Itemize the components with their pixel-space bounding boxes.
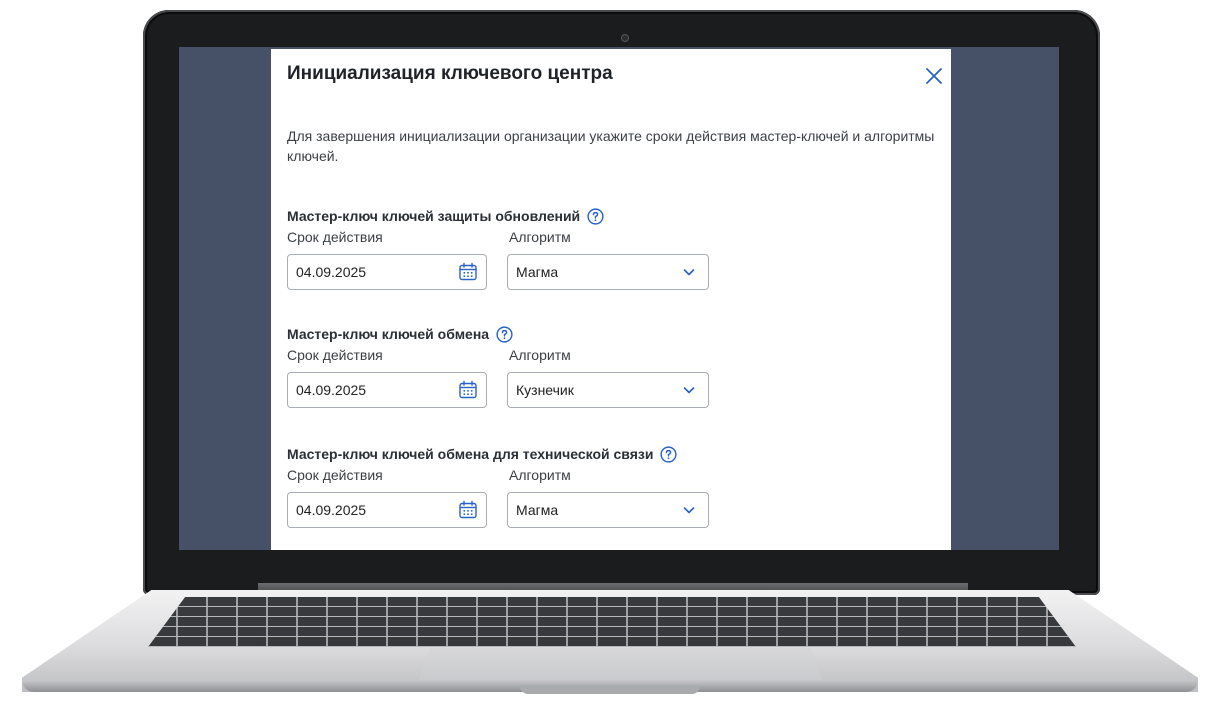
algorithm-select[interactable]: Магма [507, 254, 709, 290]
dialog-title: Инициализация ключевого центра [287, 63, 613, 84]
algorithm-value: Магма [516, 264, 559, 280]
algorithm-label: Алгоритм [509, 347, 571, 363]
chevron-down-icon [683, 269, 695, 276]
dialog-intro-text: Для завершения инициализации организации… [287, 128, 935, 164]
help-circle-icon[interactable] [660, 445, 678, 463]
section-tech-link-exchange-key: Мастер-ключ ключей обмена для техническо… [287, 444, 927, 528]
calendar-icon[interactable] [458, 380, 478, 400]
section-title-text: Мастер-ключ ключей обмена для техническо… [287, 446, 654, 462]
laptop-keyboard-rows [148, 597, 1076, 647]
date-value: 04.09.2025 [296, 382, 367, 398]
section-update-protection-key: Мастер-ключ ключей защиты обновлений Сро… [287, 206, 927, 290]
laptop-camera [621, 34, 629, 42]
section-title-text: Мастер-ключ ключей защиты обновлений [287, 208, 581, 224]
chevron-down-icon [683, 387, 695, 394]
calendar-icon[interactable] [458, 500, 478, 520]
date-value: 04.09.2025 [296, 502, 367, 518]
help-circle-icon[interactable] [496, 325, 513, 343]
date-value: 04.09.2025 [296, 264, 367, 280]
chevron-down-icon [683, 507, 695, 514]
algorithm-select[interactable]: Магма [507, 492, 709, 528]
date-label: Срок действия [287, 229, 383, 245]
date-input[interactable]: 04.09.2025 [287, 492, 487, 528]
help-circle-icon[interactable] [587, 207, 604, 225]
algorithm-value: Магма [516, 502, 559, 518]
date-input[interactable]: 04.09.2025 [287, 372, 487, 408]
laptop-notch [520, 686, 700, 694]
date-label: Срок действия [287, 347, 383, 363]
algorithm-label: Алгоритм [509, 229, 571, 245]
section-title: Мастер-ключ ключей защиты обновлений [287, 206, 927, 226]
close-button[interactable] [923, 65, 945, 87]
laptop-trackpad [418, 648, 823, 682]
calendar-icon[interactable] [458, 262, 478, 282]
section-title: Мастер-ключ ключей обмена для техническо… [287, 444, 927, 464]
algorithm-value: Кузнечик [516, 382, 574, 398]
section-title-text: Мастер-ключ ключей обмена [287, 326, 490, 342]
algorithm-select[interactable]: Кузнечик [507, 372, 709, 408]
section-title: Мастер-ключ ключей обмена [287, 324, 927, 344]
date-label: Срок действия [287, 467, 383, 483]
section-exchange-key: Мастер-ключ ключей обмена Срок действия … [287, 324, 927, 408]
close-icon [926, 68, 942, 84]
date-input[interactable]: 04.09.2025 [287, 254, 487, 290]
key-center-init-dialog: Инициализация ключевого центра Для завер… [271, 49, 951, 550]
algorithm-label: Алгоритм [509, 467, 571, 483]
